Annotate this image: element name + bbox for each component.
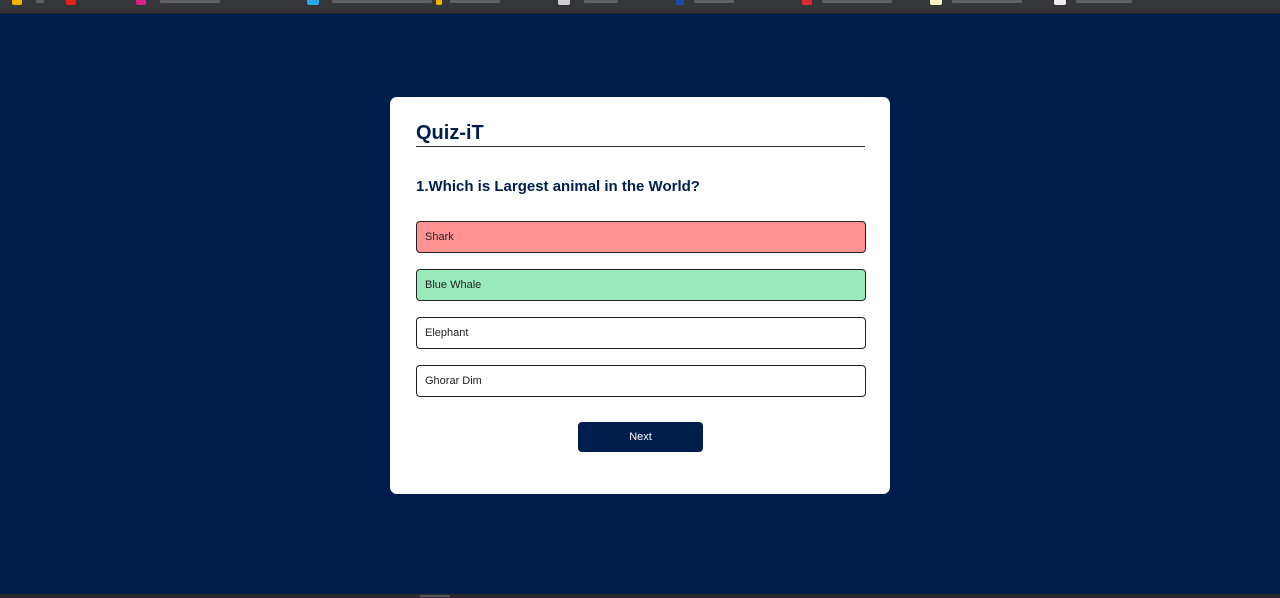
bookmark-icon[interactable] xyxy=(12,0,22,5)
bookmark-icon[interactable] xyxy=(1054,0,1066,5)
bookmark-label[interactable] xyxy=(332,0,432,3)
bookmarks-bar xyxy=(0,0,1280,14)
answer-button[interactable]: Shark xyxy=(416,221,866,253)
bookmark-label[interactable] xyxy=(160,0,220,3)
answer-button[interactable]: Blue Whale xyxy=(416,269,866,301)
bookmark-label[interactable] xyxy=(952,0,1022,3)
bookmark-icon[interactable] xyxy=(558,0,570,5)
microsoft-bookmark-icon[interactable] xyxy=(307,0,319,5)
app-title: Quiz-iT xyxy=(416,121,865,147)
quiz-section: 1.Which is Largest animal in the World? … xyxy=(416,147,866,452)
bookmark-label[interactable] xyxy=(694,0,734,3)
answer-button[interactable]: Elephant xyxy=(416,317,866,349)
bookmark-label[interactable] xyxy=(450,0,500,3)
bookmark-icon[interactable] xyxy=(802,0,812,5)
bookmark-icon[interactable] xyxy=(676,0,684,5)
bookmark-label[interactable] xyxy=(584,0,618,3)
bookmark-icon[interactable] xyxy=(930,0,942,5)
quiz-card: Quiz-iT 1.Which is Largest animal in the… xyxy=(390,97,890,494)
bookmark-label[interactable] xyxy=(822,0,892,3)
bookmark-label[interactable] xyxy=(1076,0,1132,3)
bookmark-label[interactable] xyxy=(36,0,44,3)
scrollbar-thumb[interactable] xyxy=(420,595,450,597)
bookmark-icon[interactable] xyxy=(136,0,146,5)
answer-button[interactable]: Ghorar Dim xyxy=(416,365,866,397)
youtube-bookmark-icon[interactable] xyxy=(66,0,76,5)
question-text: 1.Which is Largest animal in the World? xyxy=(416,178,700,195)
horizontal-scrollbar[interactable] xyxy=(0,594,1280,598)
bookmark-icon[interactable] xyxy=(436,0,442,5)
next-button[interactable]: Next xyxy=(578,422,703,452)
answer-list: Shark Blue Whale Elephant Ghorar Dim xyxy=(416,221,866,397)
